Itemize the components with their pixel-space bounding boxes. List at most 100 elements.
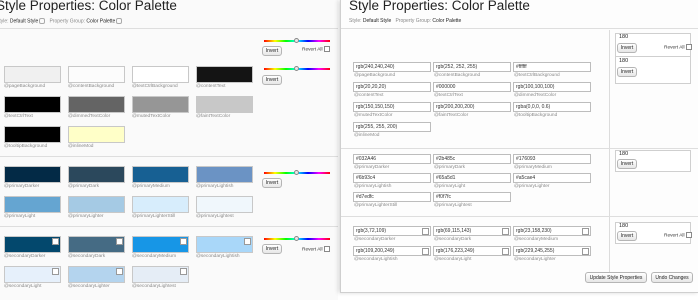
revert-all[interactable]: Revert All: [664, 44, 692, 50]
undo-changes-button[interactable]: Undo Changes: [651, 272, 693, 283]
color-value-input[interactable]: rgb(23,158,230): [513, 226, 591, 236]
color-swatch[interactable]: [132, 96, 189, 113]
color-value-text: rgb(69,115,143): [436, 228, 472, 234]
color-value-input[interactable]: #032A46: [353, 154, 431, 164]
revert-all-checkbox[interactable]: [685, 232, 692, 238]
slider-handle[interactable]: [294, 170, 299, 175]
color-swatch[interactable]: [4, 266, 61, 283]
color-swatch[interactable]: [132, 196, 189, 213]
color-swatch[interactable]: [132, 266, 189, 283]
checkbox[interactable]: [422, 228, 429, 235]
color-value-input[interactable]: rgb(150,150,150): [353, 102, 431, 112]
color-value-input[interactable]: rgb(200,200,200): [433, 102, 511, 112]
invert-button[interactable]: Invert: [262, 178, 282, 188]
checkbox[interactable]: [582, 248, 589, 255]
property-group-select[interactable]: Color Palette: [86, 18, 115, 24]
hue-value: 180: [619, 151, 629, 157]
color-swatch[interactable]: [68, 166, 125, 183]
color-swatch[interactable]: [68, 126, 125, 143]
invert-button[interactable]: Invert: [617, 43, 637, 53]
color-swatch[interactable]: [196, 166, 253, 183]
checkbox[interactable]: [422, 248, 429, 255]
style-select[interactable]: Default Style: [10, 18, 38, 24]
color-value-input[interactable]: rgba(0,0,0, 0.6): [513, 102, 591, 112]
invert-button[interactable]: Invert: [617, 67, 637, 77]
checkbox[interactable]: [52, 238, 59, 245]
color-swatch[interactable]: [132, 66, 189, 83]
color-swatch[interactable]: [4, 196, 61, 213]
checkbox[interactable]: [582, 228, 589, 235]
checkbox[interactable]: [502, 228, 509, 235]
checkbox[interactable]: [116, 238, 123, 245]
chevron-down-icon[interactable]: [39, 18, 46, 24]
color-swatch[interactable]: [68, 236, 125, 253]
color-value-input[interactable]: rgb(176,223,249): [433, 246, 511, 256]
color-value-input[interactable]: #d7edfc: [353, 192, 431, 202]
color-value-input[interactable]: #f0f7fc: [433, 192, 511, 202]
color-value-input[interactable]: rgb(240,240,240): [353, 62, 431, 72]
color-swatch[interactable]: [4, 96, 61, 113]
color-swatch[interactable]: [132, 166, 189, 183]
color-swatch[interactable]: [196, 96, 253, 113]
color-value-input[interactable]: rgb(20,20,20): [353, 82, 431, 92]
color-value-text: rgb(3,72,109): [356, 228, 387, 234]
color-swatch[interactable]: [68, 96, 125, 113]
swatch-label: @secondaryLighter: [68, 284, 110, 289]
color-swatch[interactable]: [4, 236, 61, 253]
field-label: @secondaryLighter: [514, 257, 556, 262]
color-swatch[interactable]: [68, 66, 125, 83]
swatch-label: @primaryMedium: [132, 184, 170, 189]
color-value-input[interactable]: #a5cae4: [513, 173, 591, 183]
color-swatch[interactable]: [4, 126, 61, 143]
color-swatch[interactable]: [132, 236, 189, 253]
field-label: @mutedTextColor: [354, 113, 393, 118]
color-value-input[interactable]: rgb(255, 255, 200): [353, 122, 431, 132]
color-swatch[interactable]: [4, 66, 61, 83]
color-value-input[interactable]: rgb(109,200,249): [353, 246, 431, 256]
invert-button[interactable]: Invert: [262, 46, 282, 56]
color-swatch[interactable]: [196, 66, 253, 83]
page-title: Style Properties: Color Palette: [349, 0, 530, 13]
revert-all-checkbox[interactable]: [685, 44, 692, 50]
field-label: @secondaryLightish: [354, 257, 398, 262]
slider-handle[interactable]: [294, 236, 299, 241]
color-value-text: #65a5d1: [436, 175, 456, 181]
color-value-input[interactable]: #2b485c: [433, 154, 511, 164]
revert-all[interactable]: Revert All: [302, 246, 330, 252]
invert-button[interactable]: Invert: [262, 75, 282, 85]
color-value-input[interactable]: #000000: [433, 82, 511, 92]
color-swatch[interactable]: [68, 196, 125, 213]
color-swatch[interactable]: [4, 166, 61, 183]
invert-button[interactable]: Invert: [262, 244, 282, 254]
color-swatch[interactable]: [196, 196, 253, 213]
checkbox[interactable]: [116, 268, 123, 275]
color-swatch[interactable]: [196, 236, 253, 253]
slider-handle[interactable]: [294, 38, 299, 43]
revert-all-checkbox[interactable]: [323, 46, 330, 52]
invert-button[interactable]: Invert: [617, 159, 637, 169]
color-value-input[interactable]: #176093: [513, 154, 591, 164]
color-value-input[interactable]: rgb(69,115,143): [433, 226, 511, 236]
chevron-down-icon[interactable]: [116, 18, 123, 24]
revert-all[interactable]: Revert All: [302, 46, 330, 52]
revert-all-checkbox[interactable]: [323, 246, 330, 252]
swatch-label: @secondaryLightish: [196, 254, 240, 259]
color-swatch[interactable]: [68, 266, 125, 283]
color-value-input[interactable]: #6b93c4: [353, 173, 431, 183]
slider-handle[interactable]: [294, 66, 299, 71]
invert-button[interactable]: Invert: [617, 231, 637, 241]
update-style-properties-button[interactable]: Update Style Properties: [585, 272, 647, 283]
revert-all[interactable]: Revert All: [664, 232, 692, 238]
color-value-input[interactable]: #65a5d1: [433, 173, 511, 183]
checkbox[interactable]: [244, 238, 251, 245]
color-value-input[interactable]: rgb(100,100,100): [513, 82, 591, 92]
checkbox[interactable]: [502, 248, 509, 255]
color-value-input[interactable]: rgb(3,72,109): [353, 226, 431, 236]
color-value-input[interactable]: rgb(229,245,255): [513, 246, 591, 256]
style-value: Default Style: [362, 18, 392, 24]
checkbox[interactable]: [180, 268, 187, 275]
color-value-input[interactable]: rgb(252, 252, 255): [433, 62, 511, 72]
color-value-input[interactable]: #ffffff: [513, 62, 591, 72]
checkbox[interactable]: [52, 268, 59, 275]
checkbox[interactable]: [180, 238, 187, 245]
